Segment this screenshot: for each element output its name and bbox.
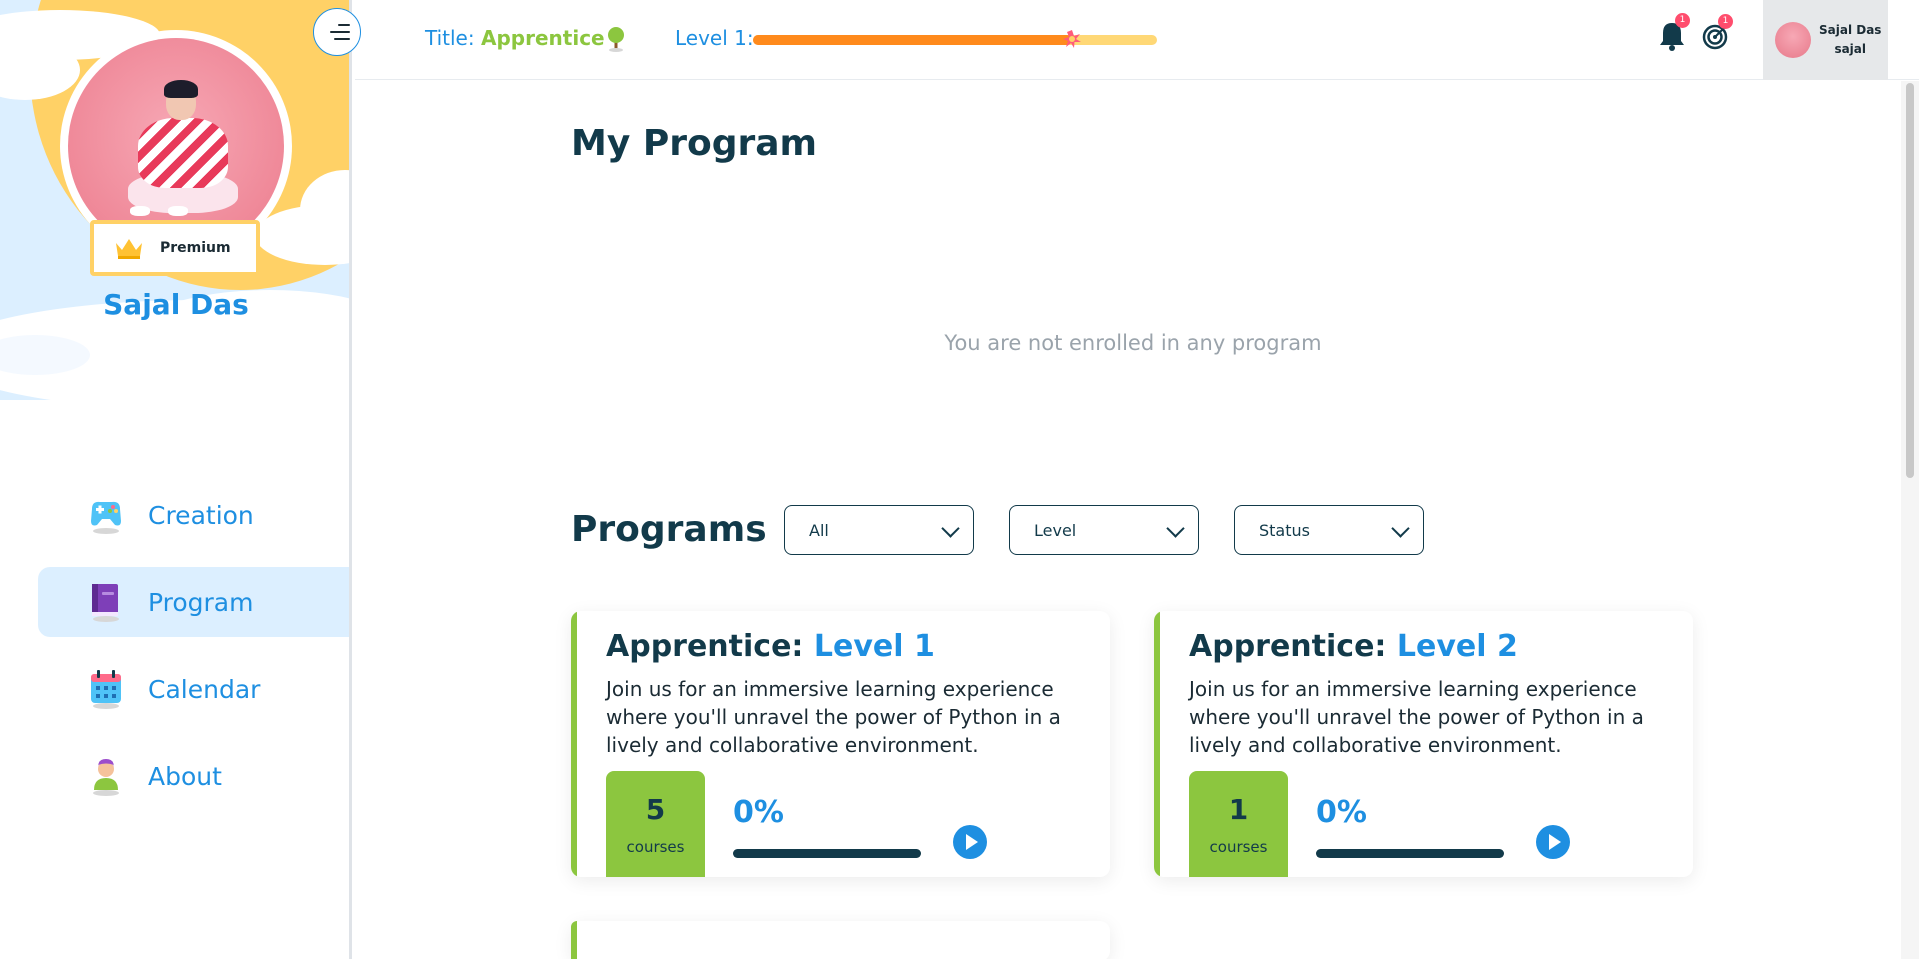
chevron-down-icon <box>1166 519 1185 538</box>
level-progress-fill <box>753 35 1073 45</box>
calendar-icon <box>91 670 121 709</box>
notification-badge: 1 <box>1675 13 1690 28</box>
sidebar-item-calendar[interactable]: Calendar <box>38 654 352 724</box>
nav-label: Creation <box>148 500 254 530</box>
avatar <box>1775 22 1811 58</box>
scrollbar-thumb[interactable] <box>1906 83 1914 478</box>
progress-percent: 0% <box>1316 795 1367 830</box>
user-menu[interactable]: Sajal Das sajal <box>1763 0 1888 80</box>
profile-name: Sajal Das <box>103 288 249 321</box>
programs-heading: Programs <box>571 509 767 550</box>
sidebar-item-program[interactable]: Program <box>38 567 352 637</box>
star-burst-icon <box>1063 30 1082 48</box>
page-scrollbar[interactable] <box>1901 81 1919 959</box>
play-button[interactable] <box>953 825 987 859</box>
menu-toggle-button[interactable] <box>313 8 361 56</box>
program-card[interactable]: Apprentice: Level 1 Join us for an immer… <box>571 611 1110 877</box>
nav-label: Program <box>148 587 254 617</box>
courses-count: 5 <box>645 793 666 826</box>
sidebar-item-about[interactable]: About <box>38 741 352 811</box>
program-progress-bar <box>733 849 921 858</box>
program-card[interactable] <box>571 921 1110 959</box>
goals-badge: 1 <box>1718 14 1733 29</box>
sidebar-nav: Creation Program Calendar About <box>38 480 352 828</box>
tree-icon <box>608 27 624 52</box>
courses-count-box: 5 courses <box>606 771 705 877</box>
category-filter-select[interactable]: All <box>784 505 974 555</box>
program-card-title: Apprentice: Level 1 <box>606 629 935 664</box>
progress-percent: 0% <box>733 795 784 830</box>
title-label: Title: <box>425 26 475 50</box>
main-content: My Program You are not enrolled in any p… <box>355 81 1901 959</box>
sidebar-item-creation[interactable]: Creation <box>38 480 352 550</box>
page-title: My Program <box>571 123 818 164</box>
courses-count-box: 1 courses <box>1189 771 1288 877</box>
level-progress-bar <box>753 30 1157 48</box>
nav-label: Calendar <box>148 674 261 704</box>
crown-icon <box>116 239 142 259</box>
program-card-description: Join us for an immersive learning experi… <box>606 677 1061 757</box>
level-filter-select[interactable]: Level <box>1009 505 1199 555</box>
user-name: Sajal Das <box>1819 23 1882 37</box>
title-value: Apprentice <box>481 26 605 50</box>
level-label: Level 1: <box>675 26 754 50</box>
program-card-title: Apprentice: Level 2 <box>1189 629 1518 664</box>
play-button[interactable] <box>1536 825 1570 859</box>
menu-icon <box>338 24 350 26</box>
user-handle: sajal <box>1834 42 1867 56</box>
filter-value: All <box>809 520 829 540</box>
filter-value: Level <box>1034 520 1077 540</box>
courses-unit: courses <box>626 838 685 856</box>
program-progress-bar <box>1316 849 1504 858</box>
premium-badge: Premium <box>90 220 260 276</box>
empty-state-message: You are not enrolled in any program <box>944 331 1322 355</box>
chevron-down-icon <box>1391 519 1410 538</box>
status-filter-select[interactable]: Status <box>1234 505 1424 555</box>
top-header: Title: Apprentice Level 1: 1 1 Sajal Das… <box>355 0 1919 80</box>
nav-label: About <box>148 761 222 791</box>
gamepad-icon <box>91 501 121 534</box>
person-icon <box>93 759 119 796</box>
sidebar: Premium Sajal Das Creation Program Calen… <box>0 0 352 959</box>
book-icon <box>92 584 119 622</box>
courses-unit: courses <box>1209 838 1268 856</box>
filter-value: Status <box>1259 520 1310 540</box>
courses-count: 1 <box>1228 793 1249 826</box>
chevron-down-icon <box>941 519 960 538</box>
program-card[interactable]: Apprentice: Level 2 Join us for an immer… <box>1154 611 1693 877</box>
premium-label: Premium <box>160 240 231 256</box>
program-card-description: Join us for an immersive learning experi… <box>1189 677 1644 757</box>
